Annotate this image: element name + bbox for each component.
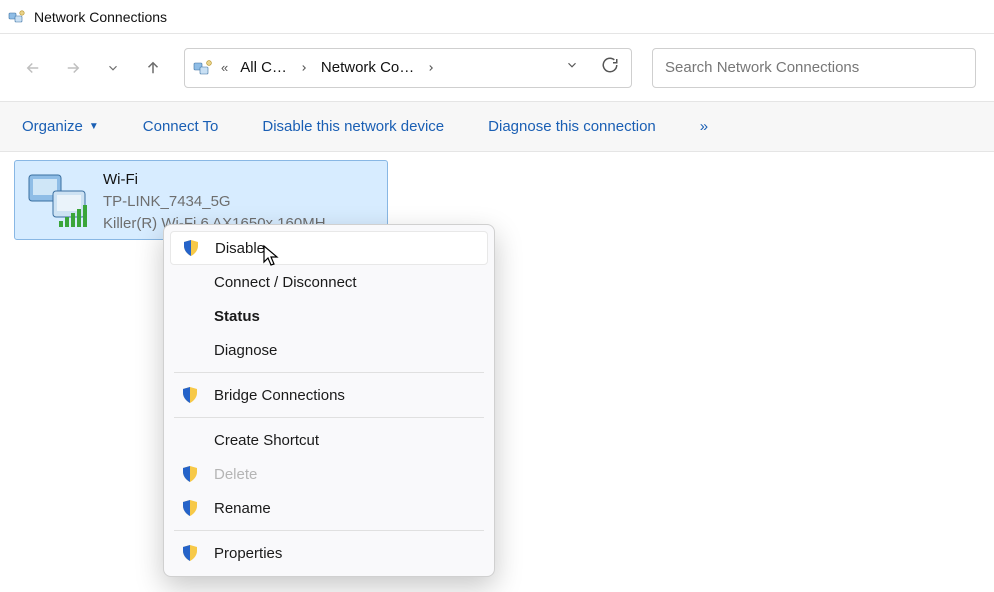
address-dropdown-button[interactable] [565,58,579,77]
shield-icon [180,543,200,563]
ctx-disable[interactable]: Disable [170,231,488,265]
window-title: Network Connections [34,9,167,25]
location-icon [191,56,215,80]
separator [174,417,484,418]
ctx-properties[interactable]: Properties [170,536,488,570]
disable-device-command[interactable]: Disable this network device [262,118,444,135]
up-button[interactable] [138,51,168,85]
ctx-create-shortcut-label: Create Shortcut [214,432,319,449]
breadcrumb-seg-network-connections[interactable]: Network Co… [315,55,420,80]
ctx-connect-disconnect[interactable]: Connect / Disconnect [170,265,488,299]
history-dropdown-button[interactable] [98,51,128,85]
ctx-rename-label: Rename [214,500,271,517]
chevron-right-icon[interactable] [295,63,313,73]
organize-label: Organize [22,118,83,135]
search-input[interactable] [665,59,963,76]
forward-button[interactable] [58,51,88,85]
adapter-name: Wi-Fi [103,169,341,191]
back-button[interactable] [18,51,48,85]
ctx-create-shortcut[interactable]: Create Shortcut [170,423,488,457]
title-bar: Network Connections [0,0,994,34]
ctx-rename[interactable]: Rename [170,491,488,525]
search-box[interactable] [652,48,976,88]
ctx-status-label: Status [214,308,260,325]
ctx-diagnose[interactable]: Diagnose [170,333,488,367]
organize-menu[interactable]: Organize ▼ [22,118,99,135]
ctx-bridge[interactable]: Bridge Connections [170,378,488,412]
ctx-properties-label: Properties [214,545,282,562]
ctx-disable-label: Disable [215,240,265,257]
ctx-bridge-label: Bridge Connections [214,387,345,404]
separator [174,530,484,531]
shield-icon [180,464,200,484]
breadcrumb-seg-all-control-panel[interactable]: All C… [234,55,293,80]
adapter-icon [23,169,93,229]
ctx-delete: Delete [170,457,488,491]
address-bar[interactable]: « All C… Network Co… [184,48,632,88]
ctx-diagnose-label: Diagnose [214,342,277,359]
navigation-bar: « All C… Network Co… [0,34,994,102]
adapter-ssid: TP-LINK_7434_5G [103,191,341,213]
refresh-button[interactable] [601,56,619,79]
chevron-right-icon[interactable] [422,63,440,73]
shield-icon [180,498,200,518]
diagnose-connection-command[interactable]: Diagnose this connection [488,118,656,135]
content-area: Wi-Fi TP-LINK_7434_5G Killer(R) Wi-Fi 6 … [0,152,994,248]
shield-icon [181,238,201,258]
command-bar: Organize ▼ Connect To Disable this netwo… [0,102,994,152]
caret-down-icon: ▼ [89,121,99,132]
ctx-delete-label: Delete [214,466,257,483]
shield-icon [180,385,200,405]
connect-to-command[interactable]: Connect To [143,118,219,135]
breadcrumb-prefix: « [217,60,232,75]
ctx-connect-disconnect-label: Connect / Disconnect [214,274,357,291]
context-menu: Disable Connect / Disconnect Status Diag… [163,224,495,577]
separator [174,372,484,373]
overflow-menu[interactable]: » [700,118,708,135]
app-icon [8,8,26,26]
ctx-status[interactable]: Status [170,299,488,333]
